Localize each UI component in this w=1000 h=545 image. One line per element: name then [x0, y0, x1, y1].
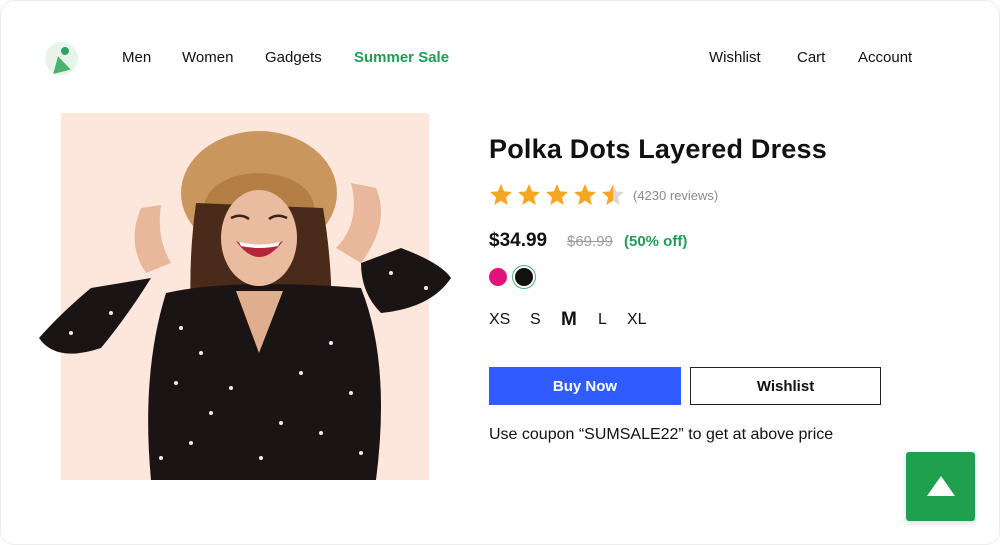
review-count[interactable]: (4230 reviews) — [633, 188, 718, 203]
nav-women[interactable]: Women — [182, 49, 233, 66]
scroll-to-top-button[interactable] — [906, 452, 975, 521]
rating-stars — [489, 183, 629, 207]
arrow-up-icon — [927, 476, 955, 496]
size-xl[interactable]: XL — [627, 311, 647, 329]
nav-account[interactable]: Account — [858, 49, 912, 66]
star-icon — [602, 184, 624, 205]
star-icon — [546, 184, 568, 205]
nav-gadgets[interactable]: Gadgets — [265, 49, 322, 66]
current-price: $34.99 — [489, 230, 548, 251]
product-image — [39, 113, 451, 480]
nav-men[interactable]: Men — [122, 49, 151, 66]
coupon-text: Use coupon “SUMSALE22” to get at above p… — [489, 426, 834, 443]
color-swatch-pink[interactable] — [489, 268, 507, 286]
star-icon — [518, 184, 540, 205]
product-title: Polka Dots Layered Dress — [489, 134, 827, 164]
size-s[interactable]: S — [530, 311, 541, 329]
logo-icon[interactable] — [45, 42, 78, 75]
model-illustration — [39, 131, 451, 480]
color-swatch-black[interactable] — [515, 268, 533, 286]
nav-wishlist[interactable]: Wishlist — [709, 49, 761, 66]
logo-triangle — [49, 54, 71, 74]
size-xs[interactable]: XS — [489, 311, 510, 329]
original-price: $69.99 — [567, 233, 613, 250]
star-icon — [490, 184, 512, 205]
size-l[interactable]: L — [598, 311, 607, 329]
size-m[interactable]: M — [561, 309, 577, 331]
buy-now-button[interactable]: Buy Now — [489, 367, 681, 405]
discount-label: (50% off) — [624, 233, 688, 250]
nav-summer-sale[interactable]: Summer Sale — [354, 49, 449, 66]
nav-cart[interactable]: Cart — [797, 49, 825, 66]
wishlist-button[interactable]: Wishlist — [690, 367, 881, 405]
star-icon — [574, 184, 596, 205]
